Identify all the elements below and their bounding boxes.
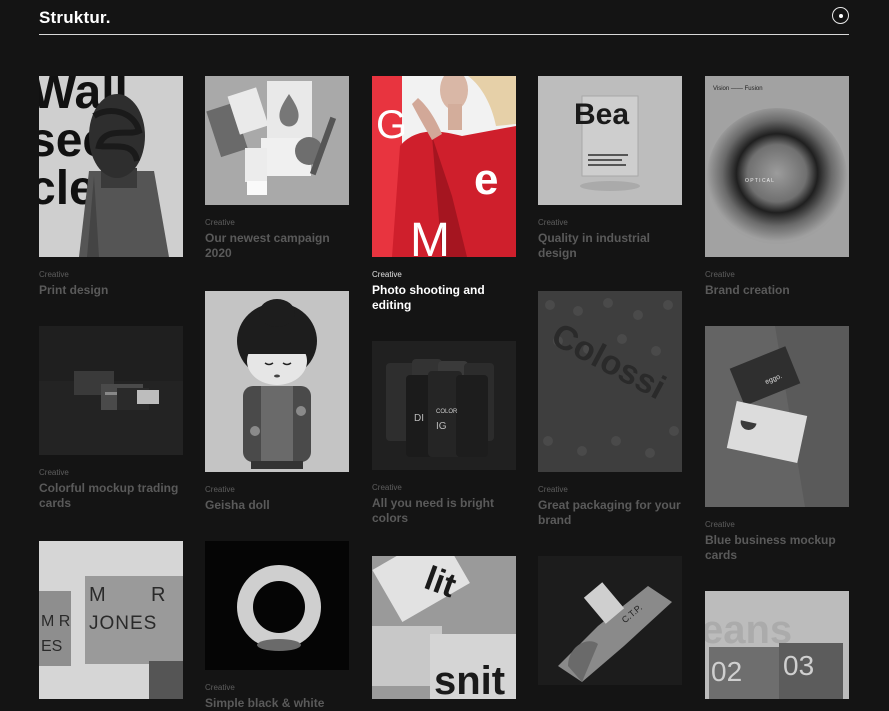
project-card-black-white[interactable]: Creative Simple black & white [205, 541, 349, 711]
project-title[interactable]: Colorful mockup trading cards [39, 481, 183, 511]
menu-toggle-button[interactable] [832, 7, 849, 24]
project-category: Creative [705, 520, 735, 529]
project-card-packaging[interactable]: Colossi Creative Great packaging for you… [538, 291, 682, 528]
project-card-photo-shooting[interactable]: G e M Creative Photo shooting and editin… [372, 76, 516, 313]
svg-text:COLOR: COLOR [436, 409, 458, 415]
site-logo[interactable]: Struktur. [39, 8, 111, 28]
project-card-brand-creation[interactable]: Vision —— Fusion O P T I C A L Creative … [705, 76, 849, 298]
project-title[interactable]: Simple black & white [205, 696, 349, 711]
project-thumbnail[interactable]: eggo. [705, 326, 849, 507]
project-card-business-cards[interactable]: eggo. Creative Blue business mockup card… [705, 326, 849, 563]
project-category: Creative [39, 468, 69, 477]
project-title[interactable]: Brand creation [705, 283, 849, 298]
svg-text:O P T I C A L: O P T I C A L [745, 178, 774, 184]
project-title[interactable]: Photo shooting and editing [372, 283, 516, 313]
project-category: Creative [39, 270, 69, 279]
svg-text:Bea: Bea [574, 98, 629, 131]
project-card-numbers[interactable]: eans 02 03 [705, 591, 849, 699]
svg-text:DI: DI [414, 413, 424, 424]
project-title[interactable]: Print design [39, 283, 183, 298]
project-thumbnail[interactable]: M R ES M R JONES [39, 541, 183, 699]
project-category: Creative [705, 270, 735, 279]
svg-text:IG: IG [436, 421, 447, 432]
project-title[interactable]: Our newest campaign 2020 [205, 231, 349, 261]
circle-dot-icon [838, 13, 843, 18]
project-thumbnail[interactable]: Bea [538, 76, 682, 205]
project-card-geisha-doll[interactable]: Creative Geisha doll [205, 291, 349, 513]
svg-text:M R: M R [41, 613, 70, 630]
project-thumbnail[interactable] [205, 541, 349, 670]
svg-text:ES: ES [41, 638, 62, 655]
project-thumbnail[interactable] [39, 326, 183, 455]
project-title[interactable]: Quality in industrial design [538, 231, 682, 261]
project-title[interactable]: All you need is bright colors [372, 496, 516, 526]
project-card-typography[interactable]: lit snit [372, 556, 516, 699]
project-card-bright-colors[interactable]: DI COLOR IG Creative All you need is bri… [372, 341, 516, 526]
project-category: Creative [205, 485, 235, 494]
project-category: Creative [538, 485, 568, 494]
project-card-ctp[interactable]: C.T.P. [538, 556, 682, 685]
svg-text:M: M [410, 214, 450, 257]
project-thumbnail[interactable] [205, 76, 349, 205]
project-category: Creative [538, 218, 568, 227]
project-category: Creative [205, 218, 235, 227]
project-thumbnail[interactable]: C.T.P. [538, 556, 682, 685]
project-category: Creative [372, 483, 402, 492]
svg-text:JONES: JONES [89, 613, 157, 634]
project-thumbnail[interactable]: Vision —— Fusion O P T I C A L [705, 76, 849, 257]
project-thumbnail[interactable]: Wall sec cle [39, 76, 183, 257]
project-thumbnail[interactable]: Colossi [538, 291, 682, 472]
project-card-newest-campaign[interactable]: Creative Our newest campaign 2020 [205, 76, 349, 261]
svg-text:e: e [474, 155, 498, 204]
project-card-industrial-design[interactable]: Bea Creative Quality in industrial desig… [538, 76, 682, 261]
project-thumbnail[interactable]: eans 02 03 [705, 591, 849, 699]
svg-text:Vision —— Fusion: Vision —— Fusion [713, 86, 763, 92]
project-title[interactable]: Blue business mockup cards [705, 533, 849, 563]
svg-text:G: G [376, 103, 407, 147]
project-card-print-design[interactable]: Wall sec cle Creative Print design [39, 76, 183, 298]
svg-text:02: 02 [711, 656, 742, 687]
svg-text:03: 03 [783, 650, 814, 681]
project-category: Creative [372, 270, 402, 279]
project-category: Creative [205, 683, 235, 692]
project-title[interactable]: Geisha doll [205, 498, 349, 513]
project-thumbnail[interactable]: lit snit [372, 556, 516, 699]
project-thumbnail[interactable]: DI COLOR IG [372, 341, 516, 470]
project-title[interactable]: Great packaging for your brand [538, 498, 682, 528]
svg-text:snit: snit [434, 659, 505, 699]
site-header: Struktur. [39, 0, 849, 35]
svg-text:M: M [89, 584, 106, 606]
svg-text:R: R [151, 584, 165, 606]
project-card-trading-cards[interactable]: Creative Colorful mockup trading cards [39, 326, 183, 511]
project-thumbnail[interactable] [205, 291, 349, 472]
project-card-jones[interactable]: M R ES M R JONES [39, 541, 183, 699]
project-thumbnail[interactable]: G e M [372, 76, 516, 257]
